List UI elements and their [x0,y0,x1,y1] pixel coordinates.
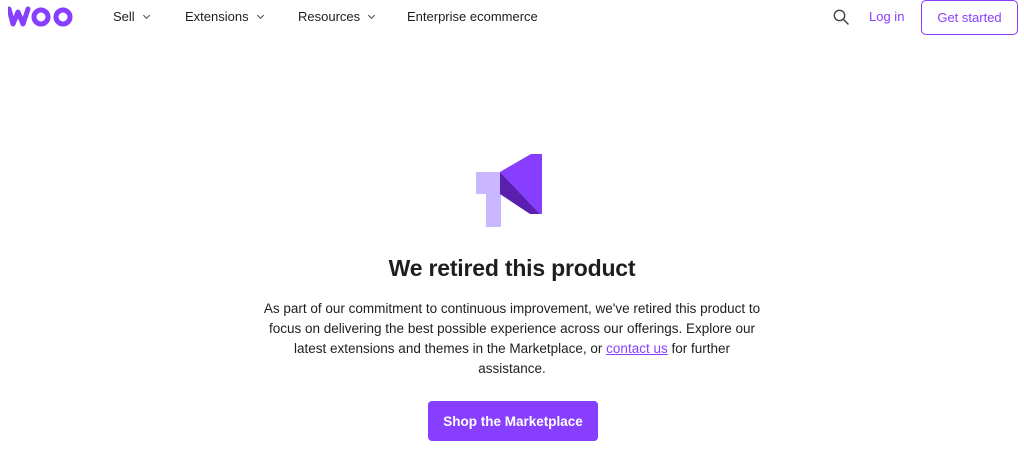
nav-resources[interactable]: Resources [298,9,376,24]
chevron-down-icon [368,14,376,20]
nav-extensions[interactable]: Extensions [185,9,265,24]
megaphone-icon [474,152,552,230]
chevron-down-icon [256,14,264,20]
nav-enterprise-ecommerce[interactable]: Enterprise ecommerce [407,9,538,24]
page-description: As part of our commitment to continuous … [262,299,762,379]
nav-resources-label: Resources [298,9,361,24]
site-header: Sell Extensions Resources Enterprise eco… [0,0,1024,36]
chevron-down-icon [142,14,150,20]
nav-sell[interactable]: Sell [113,9,151,24]
search-button[interactable] [832,8,850,26]
woo-logo-mark [6,6,73,27]
get-started-button[interactable]: Get started [921,0,1018,35]
nav-sell-label: Sell [113,9,135,24]
login-link[interactable]: Log in [869,9,904,24]
woo-logo[interactable] [6,3,78,29]
nav-extensions-label: Extensions [185,9,249,24]
contact-us-link[interactable]: contact us [606,341,668,356]
page-title: We retired this product [388,255,636,281]
search-icon [833,9,849,25]
nav-enterprise-label: Enterprise ecommerce [407,9,538,24]
shop-marketplace-button[interactable]: Shop the Marketplace [428,401,598,441]
